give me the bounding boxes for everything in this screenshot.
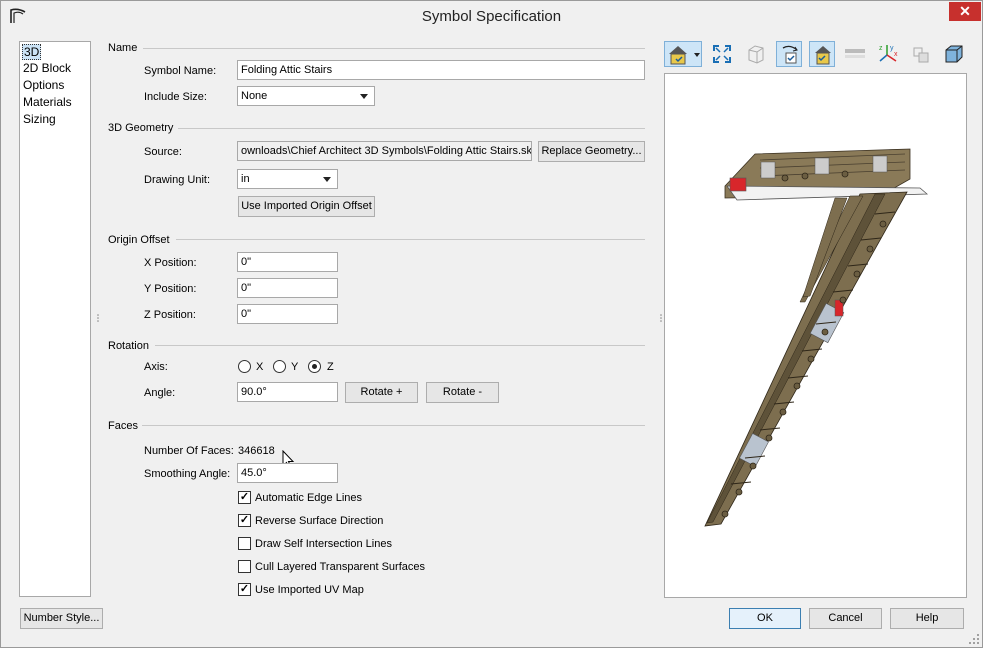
smoothing-angle-label: Smoothing Angle: bbox=[144, 468, 231, 480]
axes-icon: z y x bbox=[879, 45, 898, 62]
faces-section-header: Faces bbox=[108, 420, 138, 432]
floor-plane-icon bbox=[845, 49, 865, 58]
automatic-edge-lines-checkbox[interactable]: ✓ bbox=[238, 491, 251, 504]
window-title: Symbol Specification bbox=[421, 8, 562, 25]
drawing-unit-value: in bbox=[241, 173, 250, 185]
cull-layered-checkbox[interactable] bbox=[238, 560, 251, 573]
fill-window-icon bbox=[713, 45, 731, 63]
solid-box-icon bbox=[945, 45, 963, 63]
face-count-value: 346618 bbox=[238, 445, 275, 457]
number-style-button[interactable]: Number Style... bbox=[20, 608, 103, 629]
rotate-view-icon bbox=[782, 45, 798, 64]
svg-text:z: z bbox=[879, 45, 883, 52]
svg-text:x: x bbox=[894, 51, 898, 58]
reverse-surface-checkbox[interactable]: ✓ bbox=[238, 514, 251, 527]
help-button[interactable]: Help bbox=[890, 608, 964, 629]
use-uv-map-checkbox[interactable]: ✓ bbox=[238, 583, 251, 596]
axis-x-label: X bbox=[256, 361, 264, 373]
close-button[interactable]: ✕ bbox=[949, 2, 981, 21]
y-position-input[interactable]: 0" bbox=[237, 278, 338, 298]
axes-button[interactable]: z y x bbox=[875, 41, 901, 67]
nav-item-2d-block[interactable]: 2D Block bbox=[22, 61, 72, 77]
material-view-button[interactable] bbox=[809, 41, 835, 67]
include-size-select[interactable]: None bbox=[237, 86, 375, 106]
3d-preview-pane[interactable] bbox=[664, 73, 967, 598]
nav-item-materials[interactable]: Materials bbox=[22, 95, 73, 111]
angle-label: Angle: bbox=[144, 387, 176, 399]
rotation-section-header: Rotation bbox=[108, 340, 149, 352]
replace-geometry-button[interactable]: Replace Geometry... bbox=[538, 141, 645, 162]
floor-plane-button[interactable] bbox=[842, 41, 868, 67]
origin-section-header: Origin Offset bbox=[108, 234, 170, 246]
nav-item-options[interactable]: Options bbox=[22, 78, 65, 94]
chevron-down-icon bbox=[360, 94, 368, 99]
drawing-unit-select[interactable]: in bbox=[237, 169, 338, 189]
include-size-value: None bbox=[241, 90, 268, 102]
nav-item-3d[interactable]: 3D bbox=[22, 44, 42, 60]
folding-attic-stairs-model-image bbox=[704, 148, 929, 527]
use-uv-map-label: Use Imported UV Map bbox=[255, 584, 364, 596]
bounding-box-button[interactable] bbox=[908, 41, 934, 67]
cancel-button[interactable]: Cancel bbox=[809, 608, 882, 629]
transparent-box-button[interactable] bbox=[743, 41, 769, 67]
z-position-input[interactable]: 0" bbox=[237, 304, 338, 324]
rotate-minus-button[interactable]: Rotate - bbox=[426, 382, 499, 403]
section-divider bbox=[176, 239, 645, 240]
camera-view-button[interactable] bbox=[664, 41, 702, 67]
axis-y-radio[interactable] bbox=[273, 360, 286, 373]
chevron-down-icon bbox=[323, 177, 331, 182]
fill-window-button[interactable] bbox=[709, 41, 735, 67]
section-divider bbox=[142, 425, 645, 426]
cull-layered-label: Cull Layered Transparent Surfaces bbox=[255, 561, 425, 573]
solid-box-button[interactable] bbox=[941, 41, 967, 67]
x-position-label: X Position: bbox=[144, 257, 197, 269]
name-section-header: Name bbox=[108, 42, 138, 54]
radio-selected-dot bbox=[312, 364, 317, 369]
axis-z-label: Z bbox=[327, 361, 334, 373]
face-count-label: Number Of Faces: bbox=[144, 445, 234, 457]
material-view-icon bbox=[815, 46, 831, 65]
source-label: Source: bbox=[144, 146, 182, 158]
y-position-label: Y Position: bbox=[144, 283, 197, 295]
reverse-surface-label: Reverse Surface Direction bbox=[255, 515, 384, 527]
close-icon: ✕ bbox=[959, 3, 971, 19]
section-divider bbox=[143, 48, 645, 49]
axis-z-radio[interactable] bbox=[308, 360, 321, 373]
z-position-label: Z Position: bbox=[144, 309, 196, 321]
symbol-name-input[interactable]: Folding Attic Stairs bbox=[237, 60, 645, 80]
splitter-grip-icon[interactable] bbox=[93, 313, 103, 323]
axis-x-radio[interactable] bbox=[238, 360, 251, 373]
angle-input[interactable]: 90.0° bbox=[237, 382, 338, 402]
camera-view-icon bbox=[669, 46, 700, 65]
axis-y-label: Y bbox=[291, 361, 299, 373]
use-imported-origin-button[interactable]: Use Imported Origin Offset bbox=[238, 196, 375, 217]
rotate-view-button[interactable] bbox=[776, 41, 802, 67]
source-path-field[interactable]: ownloads\Chief Architect 3D Symbols\Fold… bbox=[237, 141, 532, 161]
draw-self-intersection-label: Draw Self Intersection Lines bbox=[255, 538, 392, 550]
ok-button[interactable]: OK bbox=[729, 608, 801, 629]
section-divider bbox=[178, 128, 645, 129]
axis-label: Axis: bbox=[144, 361, 168, 373]
bounding-box-icon bbox=[913, 47, 929, 63]
symbol-specification-dialog: Symbol Specification ✕ 3D 2D Block Optio… bbox=[0, 0, 983, 648]
draw-self-intersection-checkbox[interactable] bbox=[238, 537, 251, 550]
transparent-box-icon bbox=[748, 45, 764, 64]
smoothing-angle-input[interactable]: 45.0° bbox=[237, 463, 338, 483]
resize-grip-icon[interactable] bbox=[968, 633, 980, 645]
section-divider bbox=[155, 345, 645, 346]
include-size-label: Include Size: bbox=[144, 91, 207, 103]
drawing-unit-label: Drawing Unit: bbox=[144, 174, 211, 186]
title-bar[interactable]: Symbol Specification ✕ bbox=[1, 1, 982, 31]
rotate-plus-button[interactable]: Rotate + bbox=[345, 382, 418, 403]
symbol-name-label: Symbol Name: bbox=[144, 65, 217, 77]
category-list[interactable]: 3D 2D Block Options Materials Sizing bbox=[19, 41, 91, 597]
x-position-input[interactable]: 0" bbox=[237, 252, 338, 272]
nav-item-sizing[interactable]: Sizing bbox=[22, 112, 57, 128]
geometry-section-header: 3D Geometry bbox=[108, 122, 174, 134]
automatic-edge-lines-label: Automatic Edge Lines bbox=[255, 492, 363, 504]
